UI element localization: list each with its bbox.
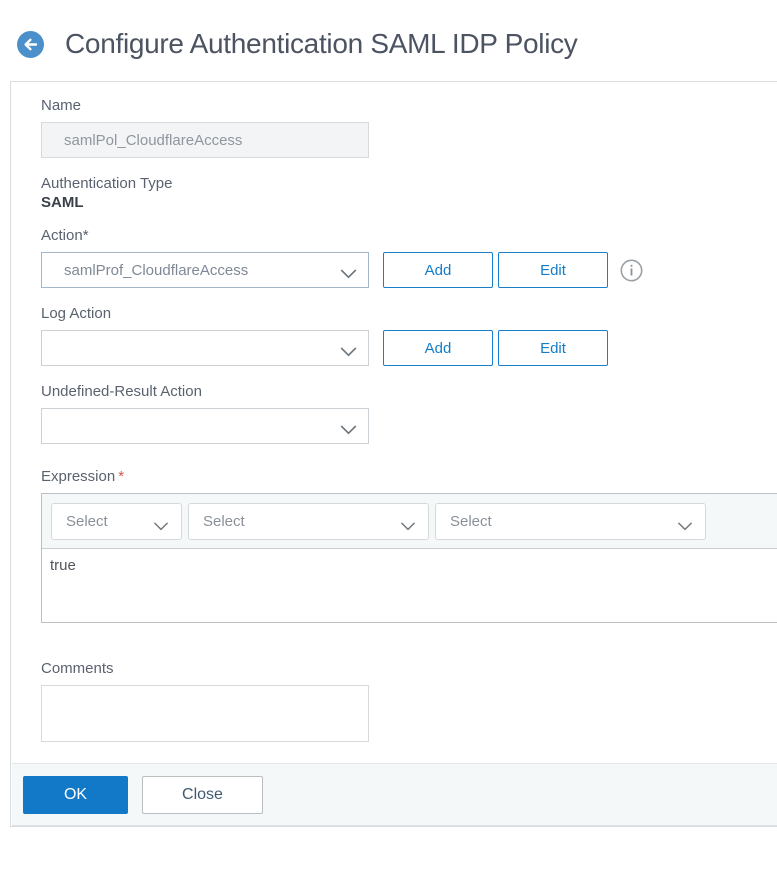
undefined-result-action-field: Undefined-Result Action (41, 383, 777, 444)
expression-label: Expression (41, 468, 116, 485)
chevron-down-icon (153, 518, 169, 535)
footer-bar: OK Close (12, 763, 777, 826)
auth-type-label: Authentication Type (41, 175, 173, 192)
form-body: Name Authentication Type SAML Action* sa… (11, 82, 777, 742)
comments-textarea[interactable] (41, 685, 369, 742)
chevron-down-icon (677, 518, 693, 535)
expression-field: Expression * Select Select Select true (41, 468, 777, 623)
expression-operand-select-3[interactable]: Select (435, 502, 706, 540)
action-select[interactable]: samlProf_CloudflareAccess (41, 252, 369, 288)
log-action-field: Log Action Add Edit (41, 305, 777, 366)
expression-select-2-value: Select (203, 512, 245, 530)
comments-field: Comments (41, 660, 777, 742)
page-title: Configure Authentication SAML IDP Policy (65, 28, 578, 59)
close-button[interactable]: Close (142, 776, 263, 814)
log-action-edit-button[interactable]: Edit (498, 330, 608, 366)
auth-type-value: SAML (41, 194, 84, 211)
expression-operand-select-1[interactable]: Select (51, 502, 182, 540)
chevron-down-icon (400, 518, 416, 535)
form-panel: Name Authentication Type SAML Action* sa… (10, 81, 777, 827)
name-input (41, 122, 369, 158)
undefined-result-action-label: Undefined-Result Action (41, 383, 202, 400)
info-icon[interactable] (620, 259, 643, 282)
ok-button[interactable]: OK (23, 776, 128, 814)
log-action-add-button[interactable]: Add (383, 330, 493, 366)
name-field: Name (41, 97, 777, 158)
action-select-value: samlProf_CloudflareAccess (64, 261, 249, 279)
expression-operand-select-2[interactable]: Select (188, 502, 429, 540)
expression-toolbar: Select Select Select (42, 494, 777, 548)
chevron-down-icon (340, 344, 357, 361)
expression-builder: Select Select Select true (41, 493, 777, 623)
log-action-label: Log Action (41, 305, 112, 322)
log-action-select[interactable] (41, 330, 369, 366)
expression-label-row: Expression * (41, 468, 777, 485)
arrow-left-circle-icon (17, 30, 44, 61)
comments-label: Comments (41, 660, 114, 677)
name-label: Name (41, 97, 82, 114)
auth-type-field: Authentication Type SAML (41, 175, 777, 211)
expression-select-1-value: Select (66, 512, 108, 530)
action-add-button[interactable]: Add (383, 252, 493, 288)
expression-select-3-value: Select (450, 512, 492, 530)
expression-textarea[interactable]: true (42, 548, 777, 622)
action-label: Action* (41, 227, 89, 244)
action-field: Action* samlProf_CloudflareAccess Add Ed… (41, 227, 777, 288)
action-edit-button[interactable]: Edit (498, 252, 608, 288)
required-asterisk: * (118, 468, 125, 485)
chevron-down-icon (340, 422, 357, 439)
back-button[interactable] (17, 30, 44, 61)
chevron-down-icon (340, 266, 357, 283)
header: Configure Authentication SAML IDP Policy (0, 0, 777, 60)
undefined-result-action-select[interactable] (41, 408, 369, 444)
